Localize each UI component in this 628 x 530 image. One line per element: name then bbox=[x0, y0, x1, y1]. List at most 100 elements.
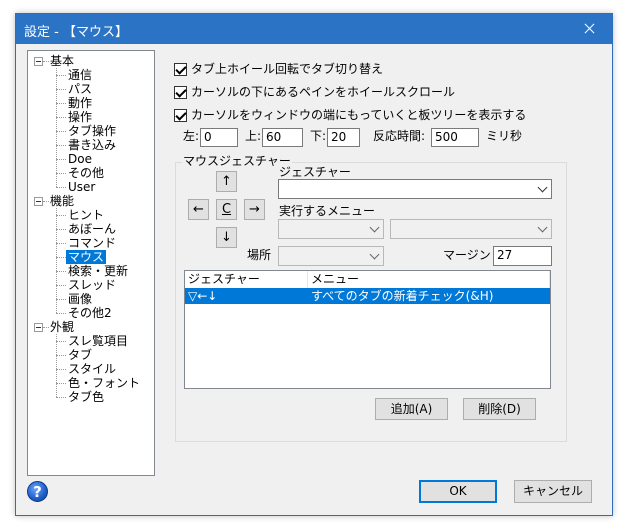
tree-connector bbox=[56, 75, 66, 76]
column-gesture[interactable]: ジェスチャー bbox=[185, 271, 308, 288]
top-label: 上: bbox=[245, 129, 262, 143]
tree-connector bbox=[56, 117, 66, 118]
up-arrow-button[interactable]: ↑ bbox=[216, 171, 237, 192]
left-field[interactable]: 0 bbox=[200, 128, 238, 147]
tree-item[interactable]: タブ bbox=[68, 348, 92, 362]
tree-connector bbox=[43, 201, 49, 202]
tree-item[interactable]: 操作 bbox=[68, 110, 92, 124]
menu-command-combo[interactable] bbox=[390, 219, 552, 239]
close-icon[interactable] bbox=[566, 14, 612, 44]
column-menu[interactable]: メニュー bbox=[308, 271, 550, 288]
tree-connector bbox=[56, 257, 66, 258]
wheel-tab-switch-checkbox[interactable] bbox=[174, 63, 187, 76]
reaction-time-field[interactable]: 500 bbox=[431, 128, 479, 147]
tree-connector bbox=[56, 355, 66, 356]
bottom-field[interactable]: 20 bbox=[327, 128, 360, 147]
down-arrow-button[interactable]: ↓ bbox=[216, 227, 237, 248]
tree-item[interactable]: Doe bbox=[68, 152, 92, 166]
wheel-scroll-pane-checkbox[interactable] bbox=[174, 86, 187, 99]
chevron-down-icon bbox=[369, 222, 380, 233]
reaction-time-label: 反応時間: bbox=[373, 129, 426, 143]
table-row[interactable]: ▽←↓ すべてのタブの新着チェック(&H) bbox=[185, 288, 550, 304]
title-bar[interactable]: 設定 - 【マウス】 bbox=[16, 14, 612, 44]
tree-connector bbox=[56, 103, 66, 104]
tree-group[interactable]: 基本 bbox=[50, 54, 74, 68]
left-arrow-button[interactable]: ← bbox=[188, 199, 209, 220]
row-menu-cell: すべてのタブの新着チェック(&H) bbox=[311, 289, 494, 303]
tree-item[interactable]: 書き込み bbox=[68, 138, 116, 152]
top-field[interactable]: 60 bbox=[262, 128, 303, 147]
tree-item[interactable]: スレ覧項目 bbox=[68, 334, 128, 348]
help-icon[interactable]: ? bbox=[27, 481, 48, 502]
tree-connector bbox=[56, 383, 66, 384]
board-tree-edge-label[interactable]: カーソルをウィンドウの端にもっていくと板ツリーを表示する bbox=[191, 107, 526, 123]
tree-item[interactable]: 色・フォント bbox=[68, 376, 140, 390]
tree-connector bbox=[56, 145, 66, 146]
add-button[interactable]: 追加(A) bbox=[375, 398, 448, 420]
gesture-list-header: ジェスチャー メニュー bbox=[185, 271, 550, 289]
tree-connector bbox=[56, 131, 66, 132]
tree-connector bbox=[56, 173, 66, 174]
chevron-down-icon bbox=[369, 249, 380, 260]
tree-item[interactable]: 動作 bbox=[68, 96, 92, 110]
tree-item[interactable]: 画像 bbox=[68, 292, 92, 306]
tree-connector bbox=[56, 89, 66, 90]
mouse-gesture-group-title: マウスジェスチャー bbox=[182, 154, 292, 168]
row-gesture-cell: ▽←↓ bbox=[188, 289, 218, 303]
gesture-list[interactable]: ジェスチャー メニュー ▽←↓ すべてのタブの新着チェック(&H) bbox=[184, 270, 551, 389]
menu-category-combo[interactable] bbox=[278, 219, 384, 239]
tree-connector bbox=[56, 369, 66, 370]
board-tree-edge-checkbox[interactable] bbox=[174, 109, 187, 122]
tree-connector bbox=[56, 397, 66, 398]
ok-button[interactable]: OK bbox=[419, 480, 497, 503]
tree-connector bbox=[56, 285, 66, 286]
tree-group[interactable]: 外観 bbox=[50, 320, 74, 334]
settings-dialog: 設定 - 【マウス】 基本 通信 パス 動作 操作 タブ操作 書き込み Doe その他 User 機… bbox=[15, 13, 613, 516]
tree-connector bbox=[56, 187, 66, 188]
tree-connector bbox=[43, 61, 49, 62]
collapse-icon[interactable] bbox=[34, 323, 43, 332]
tree-item[interactable]: タブ操作 bbox=[68, 124, 116, 138]
gesture-label: ジェスチャー bbox=[279, 165, 351, 179]
tree-connector bbox=[56, 215, 66, 216]
right-arrow-button[interactable]: → bbox=[244, 199, 265, 220]
delete-button[interactable]: 削除(D) bbox=[463, 398, 536, 420]
left-label: 左: bbox=[183, 129, 200, 143]
collapse-icon[interactable] bbox=[34, 197, 43, 206]
wheel-tab-switch-label[interactable]: タブ上ホイール回転でタブ切り替え bbox=[191, 61, 383, 77]
chevron-down-icon bbox=[537, 222, 548, 233]
window-title: 設定 - 【マウス】 bbox=[24, 25, 128, 40]
place-label: 場所 bbox=[247, 248, 272, 262]
wheel-scroll-pane-label[interactable]: カーソルの下にあるペインをホイールスクロール bbox=[191, 84, 455, 100]
tree-connector bbox=[56, 243, 66, 244]
tree-connector bbox=[56, 299, 66, 300]
settings-tree[interactable]: 基本 通信 パス 動作 操作 タブ操作 書き込み Doe その他 User 機能 ヒント あぼーん コマン… bbox=[27, 50, 155, 476]
margin-field[interactable]: 27 bbox=[493, 246, 552, 266]
tree-item[interactable]: マウス bbox=[66, 250, 107, 264]
tree-connector bbox=[56, 68, 57, 187]
center-click-button[interactable]: C bbox=[216, 199, 237, 220]
tree-item[interactable]: タブ色 bbox=[68, 390, 104, 404]
tree-item[interactable]: スレッド bbox=[68, 278, 116, 292]
tree-item[interactable]: 検索・更新 bbox=[68, 264, 128, 278]
tree-connector bbox=[56, 271, 66, 272]
bottom-label: 下: bbox=[310, 129, 327, 143]
margin-label: マージン bbox=[443, 248, 491, 262]
tree-item[interactable]: 通信 bbox=[68, 68, 92, 82]
menu-label: 実行するメニュー bbox=[279, 204, 376, 218]
tree-item[interactable]: あぼーん bbox=[68, 222, 116, 236]
collapse-icon[interactable] bbox=[34, 57, 43, 66]
tree-item[interactable]: スタイル bbox=[68, 362, 116, 376]
tree-connector bbox=[56, 208, 57, 313]
tree-item[interactable]: コマンド bbox=[68, 236, 116, 250]
cancel-button[interactable]: キャンセル bbox=[514, 480, 592, 503]
tree-item[interactable]: パス bbox=[68, 82, 92, 96]
tree-item[interactable]: その他2 bbox=[68, 306, 112, 320]
gesture-combo[interactable] bbox=[278, 179, 552, 199]
place-combo[interactable] bbox=[278, 246, 384, 266]
tree-item[interactable]: User bbox=[68, 180, 95, 194]
ms-unit-label: ミリ秒 bbox=[486, 129, 523, 143]
tree-item[interactable]: ヒント bbox=[68, 208, 104, 222]
tree-group[interactable]: 機能 bbox=[50, 194, 74, 208]
tree-item[interactable]: その他 bbox=[68, 166, 104, 180]
